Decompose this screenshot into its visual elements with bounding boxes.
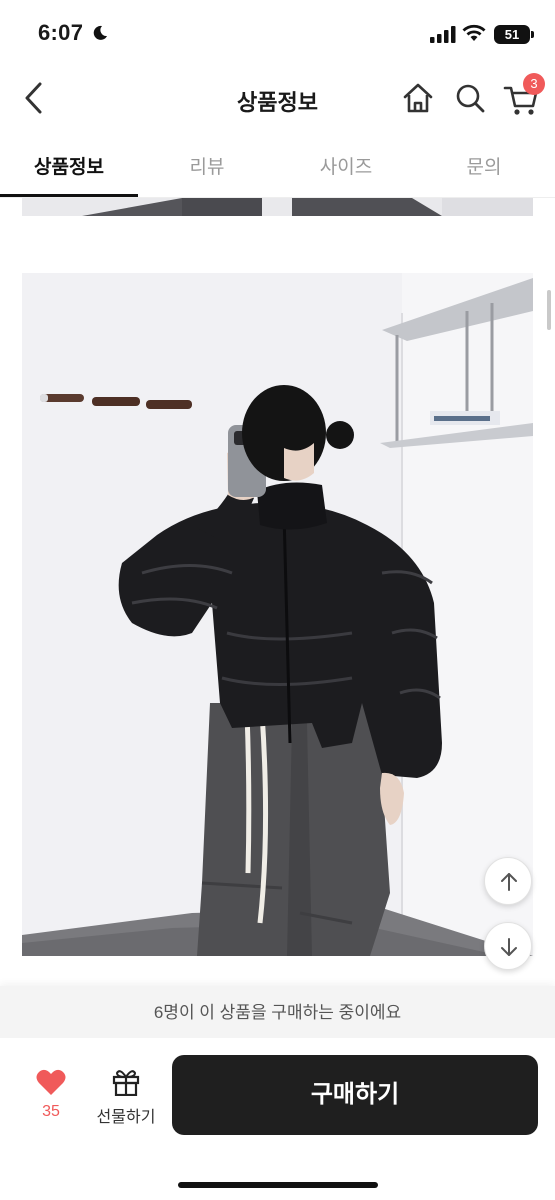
active-tab-indicator <box>0 194 138 197</box>
signal-icon <box>430 26 456 43</box>
like-button[interactable]: 35 <box>26 1068 76 1128</box>
battery-level: 51 <box>504 27 520 42</box>
cart-count-badge: 3 <box>523 73 545 95</box>
like-count: 35 <box>42 1103 60 1120</box>
buyers-notice: 6명이 이 상품을 구매하는 중이에요 <box>0 986 555 1038</box>
scroll-up-button[interactable] <box>484 857 532 905</box>
gift-icon <box>112 1070 140 1097</box>
home-indicator <box>178 1182 378 1188</box>
search-button[interactable] <box>452 80 488 116</box>
scroll-up-icon <box>501 873 517 891</box>
tab-size[interactable]: 사이즈 <box>277 152 415 179</box>
search-icon <box>456 84 485 113</box>
moon-icon <box>93 25 107 40</box>
gift-label: 선물하기 <box>96 1109 156 1126</box>
scrollbar[interactable] <box>547 290 551 330</box>
battery-icon: 51 <box>494 25 530 44</box>
purchase-panel: 6명이 이 상품을 구매하는 중이에요 35 선물하기 구매하기 <box>0 986 555 1200</box>
tab-product-info[interactable]: 상품정보 <box>0 152 138 179</box>
product-photo <box>22 273 533 956</box>
top-nav-bar: 상품정보 <box>0 68 555 130</box>
heart-icon <box>36 1069 66 1095</box>
battery-tip <box>531 31 534 38</box>
buy-button[interactable]: 구매하기 <box>172 1055 538 1135</box>
gift-button[interactable]: 선물하기 <box>90 1068 162 1128</box>
previous-product-image <box>22 198 533 216</box>
status-time: 6:07 <box>38 20 84 45</box>
status-bar: 6:07 51 <box>0 0 555 68</box>
home-button[interactable] <box>400 80 436 116</box>
home-icon <box>403 83 433 113</box>
tab-inquiry[interactable]: 문의 <box>415 152 553 179</box>
scroll-down-button[interactable] <box>484 922 532 970</box>
scroll-down-icon <box>501 938 517 956</box>
tab-reviews[interactable]: 리뷰 <box>138 152 276 179</box>
product-tabs: 상품정보 리뷰 사이즈 문의 <box>0 140 555 198</box>
wifi-icon <box>462 24 486 41</box>
